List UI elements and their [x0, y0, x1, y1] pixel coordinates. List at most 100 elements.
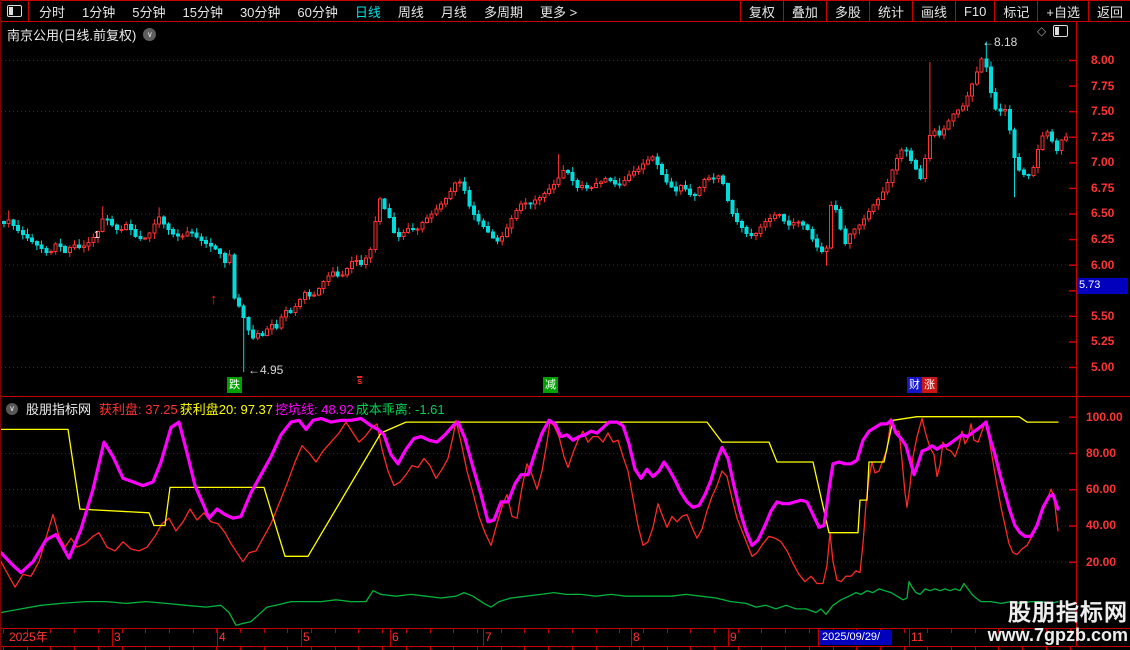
period-item-8[interactable]: 月线	[441, 2, 467, 21]
x-tick	[453, 629, 454, 633]
indicator-stat-1: 获利盘20: 97.37	[179, 402, 273, 417]
diamond-icon[interactable]: ◇	[1037, 25, 1046, 37]
action-item-8[interactable]: 返回	[1087, 1, 1130, 21]
panel-divider	[1, 396, 1130, 397]
period-item-9[interactable]: 多周期	[484, 2, 523, 21]
menubar: 分时 1分钟 5分钟 15分钟 30分钟 60分钟 日线 周线 月线 多周期 更多 > 复权 叠加 多股…	[1, 0, 1130, 22]
price-tick-5.50: 5.50	[1091, 308, 1115, 323]
x-tick	[122, 629, 123, 633]
price-tick-6.00: 6.00	[1091, 257, 1115, 272]
axis-separator-line	[1076, 22, 1077, 646]
watermark-url: www.7gpzb.com	[987, 625, 1128, 645]
x-tick	[311, 629, 312, 633]
x-month-separator	[631, 629, 632, 646]
indicator-tick-100.00: 100.00	[1086, 409, 1123, 424]
action-item-7[interactable]: +自选	[1037, 1, 1088, 21]
watermark: 股朋指标网 www.7gpzb.com	[988, 600, 1128, 646]
action-item-0[interactable]: 复权	[739, 1, 783, 21]
layout-toggle-icon[interactable]	[1, 1, 29, 21]
x-label-3: 3	[114, 630, 121, 644]
x-tick	[904, 629, 905, 633]
x-tick	[287, 629, 288, 633]
period-item-5[interactable]: 60分钟	[297, 2, 337, 21]
x-tick	[193, 629, 194, 633]
xaxis-bottom-line	[1, 646, 1130, 647]
x-tick	[714, 629, 715, 633]
x-label-5: 5	[303, 630, 310, 644]
period-item-6[interactable]: 日线	[355, 2, 381, 21]
x-tick	[951, 629, 952, 633]
chevron-down-icon[interactable]: ∨	[143, 28, 157, 41]
price-tick-6.75: 6.75	[1091, 180, 1115, 195]
x-month-separator	[112, 629, 113, 646]
chart-corner-icons: ◇	[1037, 25, 1069, 37]
x-tick	[667, 629, 668, 633]
x-tick	[3, 629, 4, 633]
x-tick	[382, 629, 383, 633]
period-item-0[interactable]: 分时	[39, 2, 65, 21]
x-label-6: 6	[392, 630, 399, 644]
action-item-4[interactable]: 画线	[911, 1, 955, 21]
indicator-chart[interactable]	[1, 396, 1076, 628]
price-tick-7.50: 7.50	[1091, 104, 1115, 119]
price-tick-7.75: 7.75	[1091, 78, 1115, 93]
x-month-separator	[301, 629, 302, 646]
x-tick	[216, 629, 217, 633]
x-tick	[169, 629, 170, 633]
x-axis-year-label: 2025年	[9, 630, 48, 644]
indicator-tick-40.00: 40.00	[1086, 518, 1117, 533]
x-tick	[572, 629, 573, 633]
period-item-10[interactable]: 更多 >	[540, 2, 577, 21]
x-tick	[548, 629, 549, 633]
marker-减-4: 减	[543, 377, 558, 393]
x-tick	[809, 629, 810, 633]
x-tick	[27, 629, 28, 633]
indicator-collapse-icon[interactable]: ∨	[6, 402, 18, 415]
period-item-4[interactable]: 30分钟	[240, 2, 280, 21]
watermark-title: 股朋指标网	[1008, 599, 1128, 625]
price-tick-5.25: 5.25	[1091, 334, 1115, 349]
indicator-tick-80.00: 80.00	[1086, 445, 1117, 460]
x-tick	[477, 629, 478, 633]
stock-title: 南京公用(日线.前复权)	[7, 28, 137, 43]
x-tick	[335, 629, 336, 633]
x-tick	[406, 629, 407, 633]
x-tick	[264, 629, 265, 633]
action-item-3[interactable]: 统计	[868, 1, 912, 21]
price-tick-7.00: 7.00	[1091, 155, 1115, 170]
x-month-separator	[728, 629, 729, 646]
app-window: 分时 1分钟 5分钟 15分钟 30分钟 60分钟 日线 周线 月线 多周期 更多 > 复权 叠加 多股…	[0, 0, 1130, 650]
price-tick-6.50: 6.50	[1091, 206, 1115, 221]
period-item-7[interactable]: 周线	[398, 2, 424, 21]
x-tick	[690, 629, 691, 633]
indicator-source-label: 股朋指标网	[26, 402, 92, 417]
x-tick	[619, 629, 620, 633]
action-item-6[interactable]: 标记	[994, 1, 1037, 21]
action-item-1[interactable]: 叠加	[782, 1, 826, 21]
crosshair-date-tag: 2025/09/29/一	[820, 630, 892, 650]
x-label-4: 4	[219, 630, 226, 644]
period-item-2[interactable]: 5分钟	[132, 2, 165, 21]
price-annotation-1: ←4.95	[248, 363, 284, 377]
action-item-2[interactable]: 多股	[825, 1, 869, 21]
indicator-tick-20.00: 20.00	[1086, 554, 1117, 569]
period-item-3[interactable]: 15分钟	[182, 2, 222, 21]
marker-1-0: 1	[94, 230, 100, 241]
marker-涨-6: 涨	[922, 377, 937, 393]
x-tick	[358, 629, 359, 633]
x-month-separator	[909, 629, 910, 646]
indicator-tick-60.00: 60.00	[1086, 482, 1117, 497]
action-item-5[interactable]: F10	[954, 1, 994, 21]
x-tick	[74, 629, 75, 633]
x-tick	[524, 629, 525, 633]
panel-icon[interactable]	[1053, 25, 1069, 37]
xaxis-top-line	[1, 628, 1130, 629]
x-tick	[761, 629, 762, 633]
period-item-1[interactable]: 1分钟	[82, 2, 115, 21]
price-annotation-0: ←8.18	[982, 35, 1018, 49]
price-candlestick-chart[interactable]	[1, 22, 1076, 396]
crosshair-price-tag: 5.73	[1077, 278, 1128, 294]
indicator-stat-3: 成本乖离: -1.61	[355, 402, 445, 417]
x-tick	[785, 629, 786, 633]
marker-s-3: ╍ s	[357, 372, 363, 386]
